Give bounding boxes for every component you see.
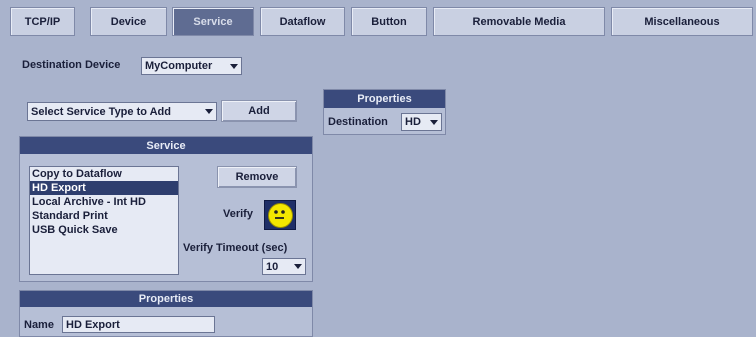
service-panel: Service Copy to Dataflow HD Export Local…: [19, 136, 313, 282]
verify-label: Verify: [223, 208, 253, 220]
list-item[interactable]: USB Quick Save: [30, 223, 178, 237]
tab-device[interactable]: Device: [90, 7, 167, 36]
service-type-dropdown[interactable]: Select Service Type to Add: [27, 102, 217, 121]
tab-button[interactable]: Button: [351, 7, 427, 36]
tab-removable-media[interactable]: Removable Media: [433, 7, 605, 36]
add-service-button[interactable]: Add: [221, 100, 297, 122]
service-listbox[interactable]: Copy to Dataflow HD Export Local Archive…: [29, 166, 179, 275]
destination-dropdown[interactable]: HD: [401, 113, 442, 131]
list-item[interactable]: Local Archive - Int HD: [30, 195, 178, 209]
chevron-down-icon: [205, 109, 213, 114]
list-item[interactable]: Copy to Dataflow: [30, 167, 178, 181]
destination-label: Destination: [328, 116, 388, 128]
verify-button[interactable]: [264, 200, 296, 230]
name-label: Name: [24, 319, 54, 331]
tab-bar: TCP/IP Device Service Dataflow Button Re…: [0, 0, 756, 40]
list-item-selected[interactable]: HD Export: [30, 181, 178, 195]
remove-button[interactable]: Remove: [217, 166, 297, 188]
service-type-placeholder: Select Service Type to Add: [31, 105, 171, 118]
properties-panel-right-header: Properties: [324, 90, 445, 108]
verify-timeout-dropdown[interactable]: 10: [262, 258, 306, 275]
destination-device-dropdown[interactable]: MyComputer: [141, 57, 242, 75]
properties-panel-bottom-header: Properties: [20, 291, 312, 307]
tab-tcpip[interactable]: TCP/IP: [10, 7, 75, 36]
service-panel-header: Service: [20, 137, 312, 154]
tab-dataflow[interactable]: Dataflow: [260, 7, 345, 36]
destination-value: HD: [405, 116, 421, 128]
chevron-down-icon: [430, 119, 438, 125]
tab-service[interactable]: Service: [172, 7, 254, 36]
name-field[interactable]: HD Export: [62, 316, 215, 333]
chevron-down-icon: [294, 264, 302, 269]
properties-panel-bottom: Properties Name HD Export: [19, 290, 313, 337]
destination-device-value: MyComputer: [145, 60, 213, 72]
chevron-down-icon: [230, 63, 238, 69]
smiley-face-icon: [267, 202, 293, 228]
tab-miscellaneous[interactable]: Miscellaneous: [611, 7, 753, 36]
list-item[interactable]: Standard Print: [30, 209, 178, 223]
destination-device-label: Destination Device: [22, 59, 121, 71]
verify-timeout-value: 10: [266, 260, 279, 273]
verify-timeout-label: Verify Timeout (sec): [183, 242, 288, 254]
properties-panel-right: Properties Destination HD: [323, 89, 446, 135]
